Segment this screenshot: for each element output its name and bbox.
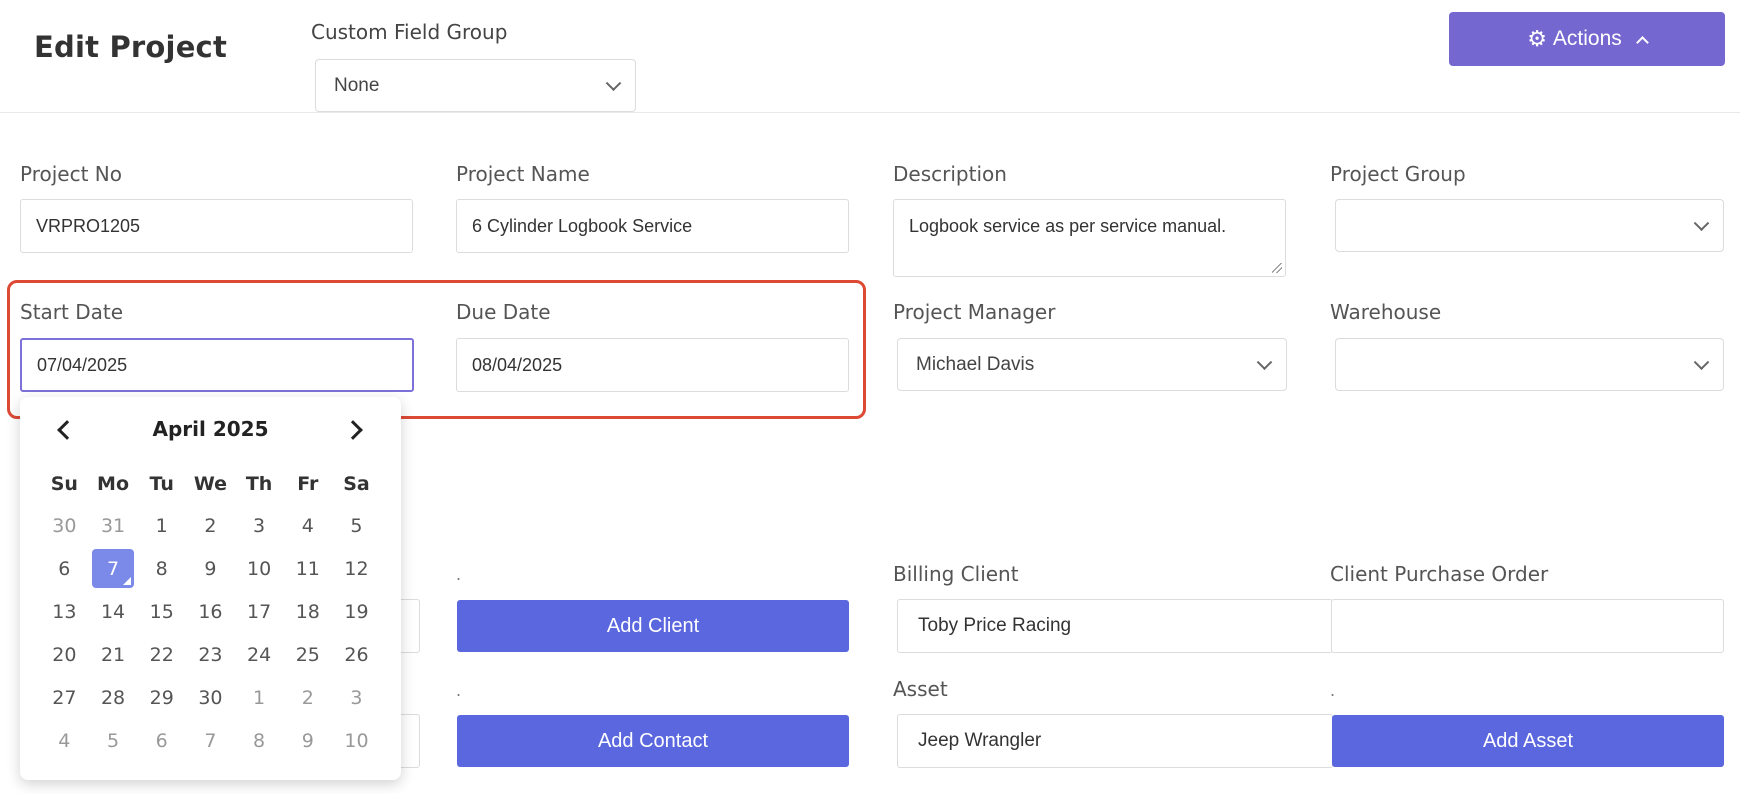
calendar-day[interactable]: 12: [332, 547, 381, 590]
calendar-day[interactable]: 16: [186, 590, 235, 633]
calendar-day[interactable]: 31: [89, 504, 138, 547]
calendar-day[interactable]: 26: [332, 633, 381, 676]
client-purchase-order-label: Client Purchase Order: [1330, 562, 1549, 586]
weekday-header: Su: [50, 473, 78, 495]
project-name-label: Project Name: [456, 162, 590, 186]
asset-label: Asset: [893, 677, 948, 701]
gear-icon: ⚙: [1527, 26, 1547, 51]
weekday-header: Mo: [97, 473, 130, 495]
calendar-day[interactable]: 10: [332, 719, 381, 762]
weekday-header: Sa: [343, 473, 370, 495]
header-divider: [0, 112, 1740, 113]
calendar-day[interactable]: 22: [137, 633, 186, 676]
calendar-day[interactable]: 2: [186, 504, 235, 547]
calendar-day[interactable]: 29: [137, 676, 186, 719]
actions-label: Actions: [1552, 27, 1622, 50]
weekday-header: Th: [245, 473, 273, 495]
chevron-down-icon: [1256, 353, 1273, 370]
calendar-day[interactable]: 5: [332, 504, 381, 547]
calendar-day[interactable]: 23: [186, 633, 235, 676]
description-textarea[interactable]: Logbook service as per service manual.: [893, 199, 1286, 277]
custom-field-group-select[interactable]: None: [315, 59, 636, 112]
custom-field-group-value: None: [334, 74, 380, 96]
actions-button[interactable]: ⚙ Actions: [1449, 12, 1725, 66]
add-contact-button[interactable]: Add Contact: [457, 715, 849, 767]
calendar-day[interactable]: 15: [137, 590, 186, 633]
weekday-header: We: [193, 473, 227, 495]
calendar-day[interactable]: 30: [186, 676, 235, 719]
description-value: Logbook service as per service manual.: [909, 216, 1227, 236]
calendar-day[interactable]: 25: [283, 633, 332, 676]
calendar-day[interactable]: 1: [137, 504, 186, 547]
chevron-down-icon: [605, 74, 622, 91]
calendar-day[interactable]: 4: [40, 719, 89, 762]
project-no-label: Project No: [20, 162, 122, 186]
chevron-down-icon: [1693, 214, 1710, 231]
add-asset-button[interactable]: Add Asset: [1332, 715, 1724, 767]
client-purchase-order-input[interactable]: [1331, 599, 1724, 653]
project-manager-select[interactable]: Michael Davis: [897, 338, 1287, 391]
weekday-header: Tu: [149, 473, 174, 495]
warehouse-select[interactable]: [1335, 338, 1724, 391]
asset-input[interactable]: Jeep Wrangler: [897, 714, 1333, 768]
calendar-day[interactable]: 6: [137, 719, 186, 762]
weekday-header: Fr: [297, 473, 319, 495]
calendar-day[interactable]: 2: [283, 676, 332, 719]
resize-handle-icon[interactable]: [1272, 263, 1282, 273]
calendar-day[interactable]: 30: [40, 504, 89, 547]
project-manager-label: Project Manager: [893, 300, 1056, 324]
page-title: Edit Project: [34, 30, 228, 64]
project-group-select[interactable]: [1335, 199, 1724, 252]
calendar-day[interactable]: 5: [89, 719, 138, 762]
calendar-grid: Su Mo Tu We Th Fr Sa 30 31 1 2 3 4 5 6 7 8 9 10 11 12 13 14 15 1…: [40, 464, 381, 762]
calendar-day[interactable]: 24: [235, 633, 284, 676]
add-client-dot: .: [456, 565, 462, 584]
add-client-button[interactable]: Add Client: [457, 600, 849, 652]
calendar-day[interactable]: 3: [235, 504, 284, 547]
add-asset-dot: .: [1330, 681, 1336, 700]
custom-field-group-label: Custom Field Group: [311, 20, 508, 44]
calendar-day[interactable]: 21: [89, 633, 138, 676]
calendar-day[interactable]: 9: [186, 547, 235, 590]
calendar-day[interactable]: 8: [137, 547, 186, 590]
billing-client-label: Billing Client: [893, 562, 1019, 586]
project-name-input[interactable]: 6 Cylinder Logbook Service: [456, 199, 849, 253]
description-label: Description: [893, 162, 1007, 186]
chevron-down-icon: [1693, 353, 1710, 370]
warehouse-label: Warehouse: [1330, 300, 1442, 324]
calendar-day[interactable]: 27: [40, 676, 89, 719]
calendar-day[interactable]: 28: [89, 676, 138, 719]
calendar-day[interactable]: 11: [283, 547, 332, 590]
calendar-day[interactable]: 13: [40, 590, 89, 633]
calendar-day[interactable]: 18: [283, 590, 332, 633]
calendar-day[interactable]: 20: [40, 633, 89, 676]
project-group-label: Project Group: [1330, 162, 1466, 186]
calendar-day[interactable]: 3: [332, 676, 381, 719]
chevron-up-icon: [1635, 35, 1649, 49]
project-manager-value: Michael Davis: [916, 353, 1035, 375]
calendar-day[interactable]: 17: [235, 590, 284, 633]
calendar-day[interactable]: 10: [235, 547, 284, 590]
calendar-day[interactable]: 9: [283, 719, 332, 762]
calendar-day[interactable]: 14: [89, 590, 138, 633]
add-contact-dot: .: [456, 681, 462, 700]
calendar-day[interactable]: 1: [235, 676, 284, 719]
calendar-day[interactable]: 6: [40, 547, 89, 590]
billing-client-input[interactable]: Toby Price Racing: [897, 599, 1333, 653]
calendar-day-selected[interactable]: 7: [91, 549, 135, 588]
calendar-day[interactable]: 8: [235, 719, 284, 762]
project-no-input[interactable]: VRPRO1205: [20, 199, 413, 253]
calendar-day[interactable]: 7: [186, 719, 235, 762]
date-picker: April 2025 Su Mo Tu We Th Fr Sa 30 31 1 2 3 4 5 6 7 8 9 10…: [20, 397, 401, 780]
calendar-day[interactable]: 19: [332, 590, 381, 633]
calendar-day[interactable]: 4: [283, 504, 332, 547]
